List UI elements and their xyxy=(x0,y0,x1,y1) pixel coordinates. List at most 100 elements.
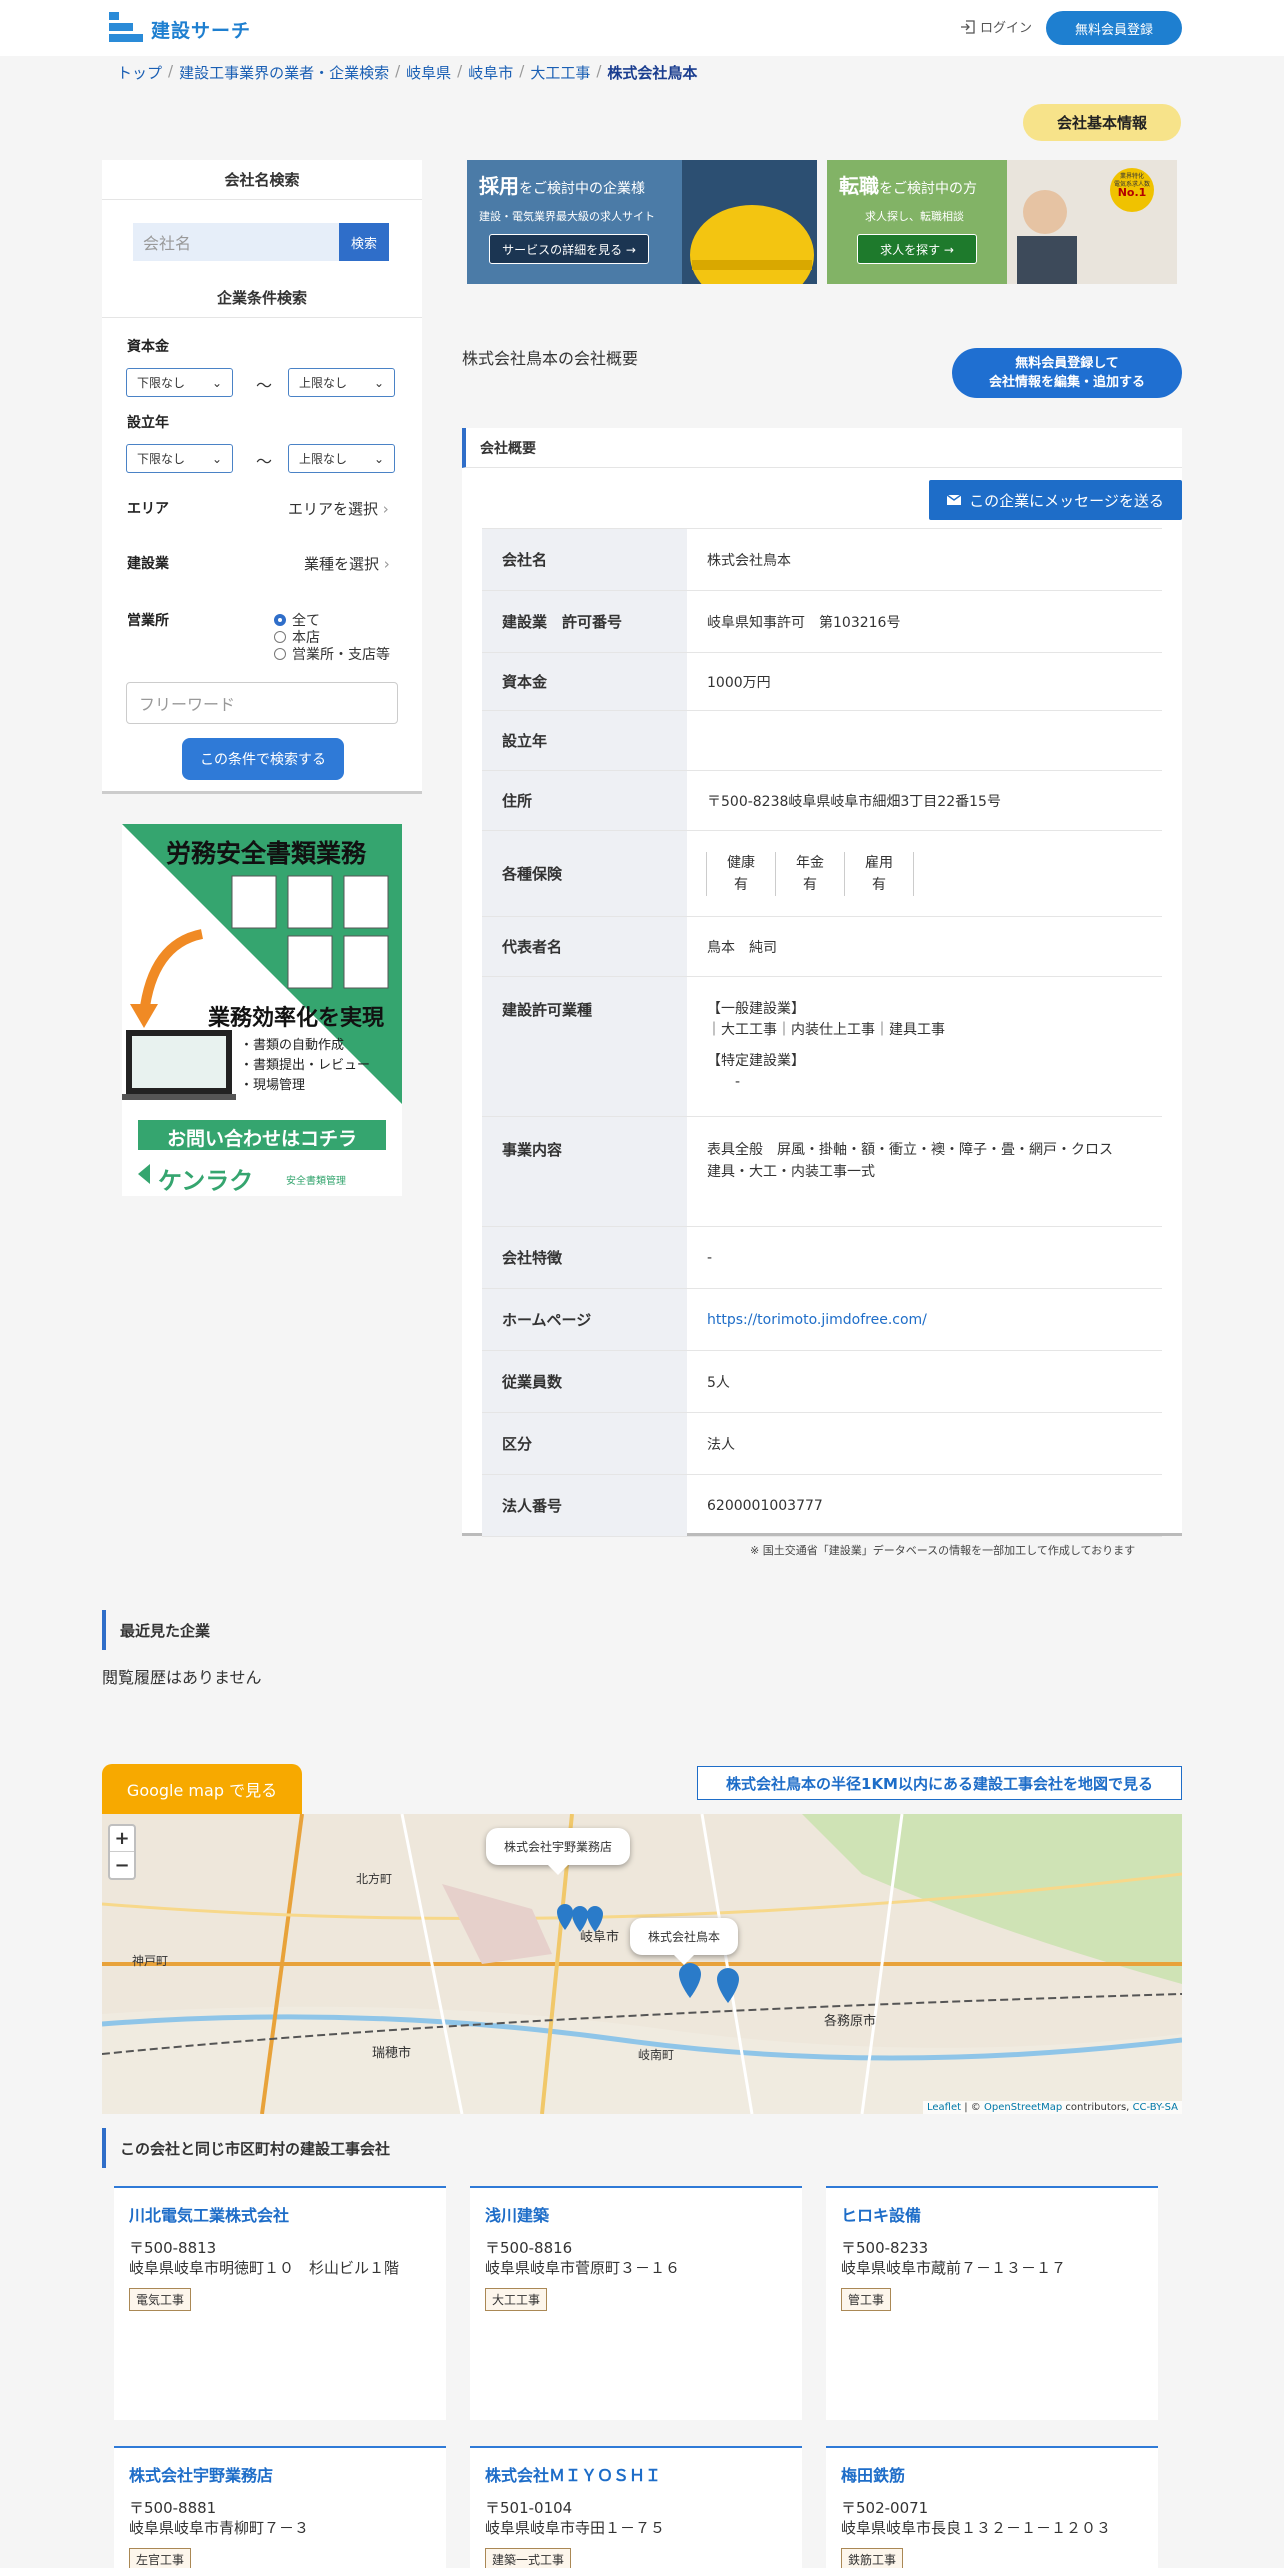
employment-insurance: 雇用有 xyxy=(844,851,914,896)
industry-label: 建設業 xyxy=(127,556,169,572)
company-overview-intro: 株式会社鳥本の会社概要 xyxy=(462,349,639,368)
company-card-name[interactable]: 梅田鉄筋 xyxy=(841,2462,1143,2486)
capital-label: 資本金 xyxy=(127,339,169,355)
range-separator: ～ xyxy=(256,452,273,471)
map-view[interactable]: + − 株式会社宇野業務店 株式会社鳥本 北方町 岐阜市 神戸町 瑞穂市 岐南町… xyxy=(102,1814,1182,2114)
map-popup-uno[interactable]: 株式会社宇野業務店 xyxy=(486,1828,631,1875)
area-select[interactable]: エリアを選択 › xyxy=(288,498,389,519)
company-card[interactable]: 川北電気工業株式会社 〒500-8813 岐阜県岐阜市明徳町１０ 杉山ビル１階 電… xyxy=(114,2186,446,2420)
area-label: エリア xyxy=(127,501,169,517)
company-detail-table: 会社名 株式会社鳥本 建設業 許可番号 岐阜県知事許可 第103216号 資本金 10… xyxy=(482,528,1162,1537)
company-card-name[interactable]: ヒロキ設備 xyxy=(841,2202,1143,2226)
job-search-button[interactable]: 求人を探す → xyxy=(857,234,977,264)
office-radio-branch[interactable]: 営業所・支店等 xyxy=(274,644,390,664)
ad-cta: お問い合わせはコチラ xyxy=(166,1128,357,1150)
table-row: 建設許可業種 【一般建設業】 ｜大工工事｜内装仕上工事｜建具工事 【特定建設業】… xyxy=(482,977,1162,1117)
industry-tag: 建築一式工事 xyxy=(485,2548,572,2568)
hiring-details-button[interactable]: サービスの詳細を見る → xyxy=(489,234,649,264)
breadcrumb-top[interactable]: トップ xyxy=(117,62,162,83)
company-info-badge: 会社基本情報 xyxy=(1023,104,1181,141)
table-row: 建設業 許可番号 岐阜県知事許可 第103216号 xyxy=(482,591,1162,653)
safety-docs-ad[interactable]: 労務安全書類業務 業務効率化を実現 ・書類の自動作成 ・書類提出・レビュー ・現場管… xyxy=(122,824,402,1196)
name-search-button[interactable]: 検索 xyxy=(339,223,389,261)
hiring-banner[interactable]: 採用をご検討中の企業様 建設・電気業界最大級の求人サイト サービスの詳細を見る … xyxy=(467,160,817,284)
place-label: 各務原市 xyxy=(824,2014,877,2029)
company-card[interactable]: 梅田鉄筋 〒502-0071 岐阜県岐阜市長良１３２－１－１２０３ 鉄筋工事 xyxy=(826,2446,1158,2568)
place-label: 神戸町 xyxy=(132,1954,169,1968)
breadcrumb-industry[interactable]: 建設工事業界の業者・企業検索 xyxy=(179,62,389,83)
founded-label: 設立年 xyxy=(127,415,169,431)
place-label: 岐南町 xyxy=(638,2048,675,2062)
company-card-address: 〒502-0071 岐阜県岐阜市長良１３２－１－１２０３ xyxy=(841,2499,1112,2537)
register-button[interactable]: 無料会員登録 xyxy=(1046,11,1182,45)
login-link[interactable]: ログイン xyxy=(960,17,1032,36)
homepage-link[interactable]: https://torimoto.jimdofree.com/ xyxy=(687,1289,1162,1350)
insurance-value: 健康有 年金有 雇用有 xyxy=(687,831,1162,916)
capital-lower-select[interactable]: 下限なし ⌄ xyxy=(126,368,233,397)
name-search-title: 会社名検索 xyxy=(102,160,422,200)
industry-tag: 大工工事 xyxy=(485,2288,548,2311)
zoom-in-button[interactable]: + xyxy=(110,1826,134,1852)
company-card-name[interactable]: 浅川建築 xyxy=(485,2202,787,2226)
corp-number-value: 6200001003777 xyxy=(707,1497,823,1514)
zoom-out-button[interactable]: − xyxy=(110,1852,134,1878)
search-sidebar: 会社名検索 会社名 検索 企業条件検索 資本金 下限なし ⌄ ～ 上限なし ⌄ 設立… xyxy=(102,160,422,794)
company-card-name[interactable]: 株式会社ＭＩＹＯＳＨＩ xyxy=(485,2462,787,2486)
table-row: ホームページ https://torimoto.jimdofree.com/ xyxy=(482,1289,1162,1351)
site-logo[interactable]: 建設サーチ xyxy=(109,12,251,46)
edit-company-button[interactable]: 無料会員登録して 会社情報を編集・追加する xyxy=(952,348,1182,398)
map-attribution: Leaflet | © OpenStreetMap contributors, … xyxy=(922,2101,1182,2114)
send-message-button[interactable]: この企業にメッセージを送る xyxy=(929,480,1182,520)
company-card-address: 〒500-8233 岐阜県岐阜市蔵前７－１３－１７ xyxy=(841,2239,1067,2277)
same-city-title: この会社と同じ市区町村の建設工事会社 xyxy=(102,2128,390,2168)
breadcrumb-prefecture[interactable]: 岐阜県 xyxy=(406,62,451,83)
representative-value: 鳥本 純司 xyxy=(707,939,777,956)
table-row: 会社名 株式会社鳥本 xyxy=(482,529,1162,591)
permit-value: 岐阜県知事許可 第103216号 xyxy=(707,614,901,631)
nearby-map-link[interactable]: 株式会社鳥本の半径1KM以内にある建設工事会社を地図で見る xyxy=(697,1766,1182,1800)
condition-search-title: 企業条件検索 xyxy=(102,278,422,318)
founded-upper-select[interactable]: 上限なし ⌄ xyxy=(288,444,395,473)
job-subtitle: 求人探し、転職相談 xyxy=(865,210,964,223)
table-row: 会社特徴 - xyxy=(482,1227,1162,1289)
google-map-button[interactable]: Google map で見る xyxy=(102,1764,302,1814)
office-label: 営業所 xyxy=(127,613,169,629)
category-value: 法人 xyxy=(707,1436,735,1453)
company-card-address: 〒500-8816 岐阜県岐阜市菅原町３－１６ xyxy=(485,2239,681,2277)
freeword-input[interactable]: フリーワード xyxy=(126,682,398,724)
founded-lower-select[interactable]: 下限なし ⌄ xyxy=(126,444,233,473)
company-name-input[interactable]: 会社名 xyxy=(133,223,339,261)
logo-text: 建設サーチ xyxy=(151,19,252,42)
industry-tag: 左官工事 xyxy=(129,2548,192,2568)
founded-value xyxy=(687,711,1162,770)
company-card[interactable]: 浅川建築 〒500-8816 岐阜県岐阜市菅原町３－１６ 大工工事 xyxy=(470,2186,802,2420)
table-row: 事業内容 表具全般 屏風・掛軸・額・衝立・襖・障子・畳・網戸・クロス 建具・大工・… xyxy=(482,1117,1162,1227)
address-value: 〒500-8238岐阜県岐阜市細畑3丁目22番15号 xyxy=(707,793,1001,810)
table-row: 従業員数 5人 xyxy=(482,1351,1162,1413)
company-card[interactable]: ヒロキ設備 〒500-8233 岐阜県岐阜市蔵前７－１３－１７ 管工事 xyxy=(826,2186,1158,2420)
logo-icon xyxy=(109,12,143,42)
permit-types-value: 【一般建設業】 ｜大工工事｜内装仕上工事｜建具工事 【特定建設業】 - xyxy=(707,1001,945,1090)
job-banner[interactable]: 転職をご検討中の方 求人探し、転職相談 求人を探す → 業界特化 電気系求人数 No… xyxy=(827,160,1177,284)
company-card[interactable]: 株式会社宇野業務店 〒500-8881 岐阜県岐阜市青柳町７－３ 左官工事 xyxy=(114,2446,446,2568)
company-card-address: 〒500-8881 岐阜県岐阜市青柳町７－３ xyxy=(129,2499,310,2537)
range-separator: ～ xyxy=(256,376,273,395)
ad-headline: 業務効率化を実現 xyxy=(208,1006,385,1031)
chevron-down-icon: ⌄ xyxy=(373,451,384,466)
business-value: 表具全般 屏風・掛軸・額・衝立・襖・障子・畳・網戸・クロス 建具・大工・内装工事一… xyxy=(707,1142,1113,1180)
company-card-name[interactable]: 株式会社宇野業務店 xyxy=(129,2462,431,2486)
table-row: 資本金 1000万円 xyxy=(482,653,1162,711)
breadcrumb-city[interactable]: 岐阜市 xyxy=(468,62,513,83)
table-row: 住所 〒500-8238岐阜県岐阜市細畑3丁目22番15号 xyxy=(482,771,1162,831)
breadcrumb: トップ / 建設工事業界の業者・企業検索 / 岐阜県 / 岐阜市 / 大工工事 / 株式会… xyxy=(117,62,698,83)
breadcrumb-category[interactable]: 大工工事 xyxy=(530,62,590,83)
company-card-name[interactable]: 川北電気工業株式会社 xyxy=(129,2202,431,2226)
industry-select[interactable]: 業種を選択 › xyxy=(304,553,390,574)
company-card[interactable]: 株式会社ＭＩＹＯＳＨＩ 〒501-0104 岐阜県岐阜市寺田１－７５ 建築一式工事 xyxy=(470,2446,802,2568)
breadcrumb-current: 株式会社鳥本 xyxy=(607,64,698,82)
industry-tag: 管工事 xyxy=(841,2288,892,2311)
condition-search-button[interactable]: この条件で検索する xyxy=(182,738,344,780)
map-popup-torimoto[interactable]: 株式会社鳥本 xyxy=(630,1918,739,1965)
capital-upper-select[interactable]: 上限なし ⌄ xyxy=(288,368,395,397)
feature-value: - xyxy=(707,1249,713,1266)
